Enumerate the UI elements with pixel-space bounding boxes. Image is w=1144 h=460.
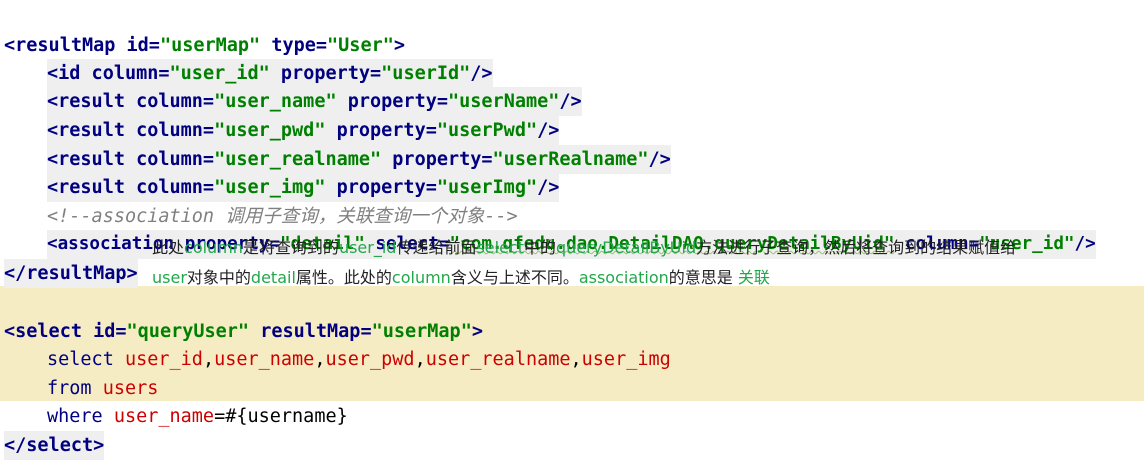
code-line-resultmap-open: <resultMap id="userMap" type="User"> <box>4 2 405 56</box>
tag: </resultMap> <box>4 259 138 288</box>
tag-end: /> <box>537 177 560 198</box>
code-line-sql-select: select user_id,user_name,user_pwd,user_r… <box>47 349 671 370</box>
tag-end: /> <box>559 91 582 112</box>
code-line-result-img: <result column="user_img" property="user… <box>0 144 560 202</box>
tag-end: /> <box>648 149 671 170</box>
code-line-resultmap-close: </resultMap> <box>4 230 138 288</box>
code-line-sql-where: where user_name=#{username} <box>0 373 348 427</box>
sql-column: user_name <box>113 406 215 427</box>
sql-column: user_realname <box>425 349 571 370</box>
sql-column: user_pwd <box>325 349 415 370</box>
sql-param: =#{username} <box>214 406 348 427</box>
code-line-id: <id column="user_id" property="userId"/> <box>0 30 493 88</box>
code-line-select-open: <select id="queryUser" resultMap="userMa… <box>4 288 483 342</box>
code-line-result-name: <result column="user_name" property="use… <box>0 58 582 116</box>
tag-end: /> <box>1074 234 1096 254</box>
code-line-result-realname: <result column="user_realname" property=… <box>0 116 671 174</box>
code-line-result-pwd: <result column="user_pwd" property="user… <box>0 87 560 145</box>
sql-column: user_img <box>581 349 671 370</box>
explanation-note-line-1: 此处column是将查询到的user_id传递给前面select中的queryD… <box>152 238 1017 257</box>
code-line-comment: <!--association 调用子查询，关联查询一个对象--> <box>0 173 518 227</box>
tag: </select> <box>4 431 105 460</box>
code-line-select-close: </select> <box>4 402 105 460</box>
code-line-association: <association property="detail" select="c… <box>0 201 1096 259</box>
sql-column: user_name <box>214 349 315 370</box>
code-line-sql-from: from users <box>0 345 158 399</box>
explanation-note-line-2: user对象中的detail属性。此处的column含义与上述不同。associ… <box>152 268 770 287</box>
